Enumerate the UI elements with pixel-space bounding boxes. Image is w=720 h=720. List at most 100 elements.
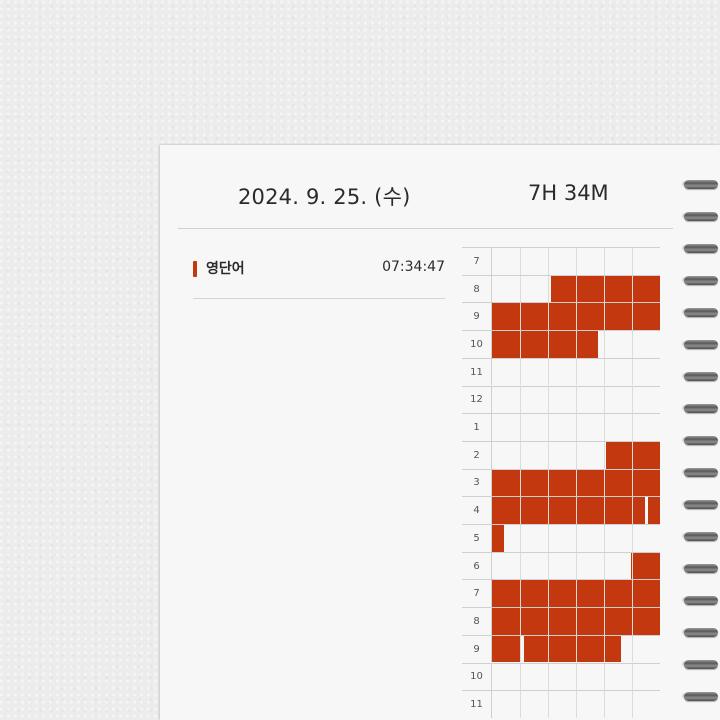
hour-label: 5	[462, 525, 492, 552]
hour-label: 2	[462, 441, 492, 469]
grid-divider	[576, 331, 577, 358]
grid-divider	[520, 580, 521, 608]
grid-divider	[520, 275, 521, 303]
grid-divider	[576, 691, 577, 718]
hour-label: 7	[462, 248, 492, 275]
timeline-grid: 7 8 9 10 11 12 1 2 3 4 5 6 7 8 9 10 11	[462, 247, 660, 720]
grid-divider	[604, 525, 605, 552]
study-block	[550, 275, 660, 303]
hour-label: 8	[462, 608, 492, 635]
grid-divider	[604, 331, 605, 358]
grid-divider	[632, 691, 633, 718]
grid-divider	[576, 303, 577, 331]
grid-divider	[520, 248, 521, 275]
spiral-ring	[682, 370, 720, 384]
total-study-time: 7H 34M	[528, 181, 609, 205]
grid-divider	[632, 497, 633, 524]
subject-item[interactable]: 영단어 07:34:47	[193, 258, 445, 299]
timeline-row: 11	[462, 690, 660, 718]
coil-wire	[684, 564, 718, 573]
timeline-row: 11	[462, 357, 660, 386]
coil-wire	[684, 180, 718, 189]
grid-divider	[520, 663, 521, 691]
coil-wire	[684, 276, 718, 285]
grid-divider	[604, 275, 605, 303]
grid-divider	[548, 469, 549, 497]
grid-divider	[632, 635, 633, 663]
hour-label: 12	[462, 386, 492, 414]
grid-divider	[576, 441, 577, 469]
grid-divider	[548, 275, 549, 303]
grid-divider	[520, 691, 521, 718]
study-block	[631, 552, 660, 580]
grid-divider	[548, 331, 549, 358]
spiral-ring	[682, 274, 720, 288]
grid-divider	[632, 552, 633, 580]
subject-time: 07:34:47	[382, 259, 445, 275]
grid-divider	[632, 386, 633, 414]
grid-divider	[520, 441, 521, 469]
coil-wire	[684, 340, 718, 349]
timeline-row: 9	[462, 634, 660, 663]
grid-divider	[576, 608, 577, 635]
timeline-row: 10	[462, 662, 660, 691]
hour-label: 9	[462, 635, 492, 663]
grid-divider	[520, 497, 521, 524]
grid-divider	[576, 580, 577, 608]
grid-divider	[604, 608, 605, 635]
hour-label: 7	[462, 580, 492, 608]
grid-divider	[520, 386, 521, 414]
spiral-ring	[682, 658, 720, 672]
subject-name: 영단어	[206, 261, 245, 277]
coil-wire	[684, 628, 718, 637]
study-block	[606, 441, 660, 469]
spiral-ring	[682, 434, 720, 448]
grid-divider	[632, 608, 633, 635]
study-block	[492, 331, 598, 358]
grid-divider	[632, 331, 633, 358]
grid-divider	[576, 552, 577, 580]
grid-divider	[548, 441, 549, 469]
spiral-ring	[682, 306, 720, 320]
spiral-ring	[682, 210, 720, 224]
coil-wire	[684, 532, 718, 541]
grid-divider	[548, 580, 549, 608]
grid-divider	[576, 414, 577, 441]
grid-divider	[520, 635, 521, 663]
grid-divider	[548, 635, 549, 663]
timeline-row: 2	[462, 440, 660, 469]
grid-divider	[604, 552, 605, 580]
grid-divider	[604, 635, 605, 663]
grid-divider	[576, 663, 577, 691]
grid-divider	[520, 331, 521, 358]
grid-divider	[548, 525, 549, 552]
spiral-ring	[682, 466, 720, 480]
coil-wire	[684, 436, 718, 445]
grid-divider	[520, 525, 521, 552]
grid-divider	[576, 275, 577, 303]
timeline-row: 10	[462, 330, 660, 358]
grid-divider	[632, 358, 633, 386]
spiral-ring	[682, 562, 720, 576]
grid-divider	[604, 580, 605, 608]
grid-divider	[548, 386, 549, 414]
timeline-row: 9	[462, 302, 660, 331]
timeline-row: 1	[462, 413, 660, 441]
grid-divider	[604, 469, 605, 497]
grid-divider	[632, 580, 633, 608]
study-block	[492, 525, 504, 552]
timeline-row: 8	[462, 274, 660, 303]
coil-wire	[684, 404, 718, 413]
timeline-row: 8	[462, 607, 660, 635]
grid-divider	[576, 358, 577, 386]
grid-divider	[604, 414, 605, 441]
spiral-ring	[682, 178, 720, 192]
coil-wire	[684, 308, 718, 317]
study-block	[492, 497, 645, 524]
grid-divider	[520, 469, 521, 497]
grid-divider	[576, 525, 577, 552]
grid-divider	[632, 663, 633, 691]
grid-divider	[604, 386, 605, 414]
subject-color-bar	[193, 261, 197, 277]
hour-label: 1	[462, 414, 492, 441]
